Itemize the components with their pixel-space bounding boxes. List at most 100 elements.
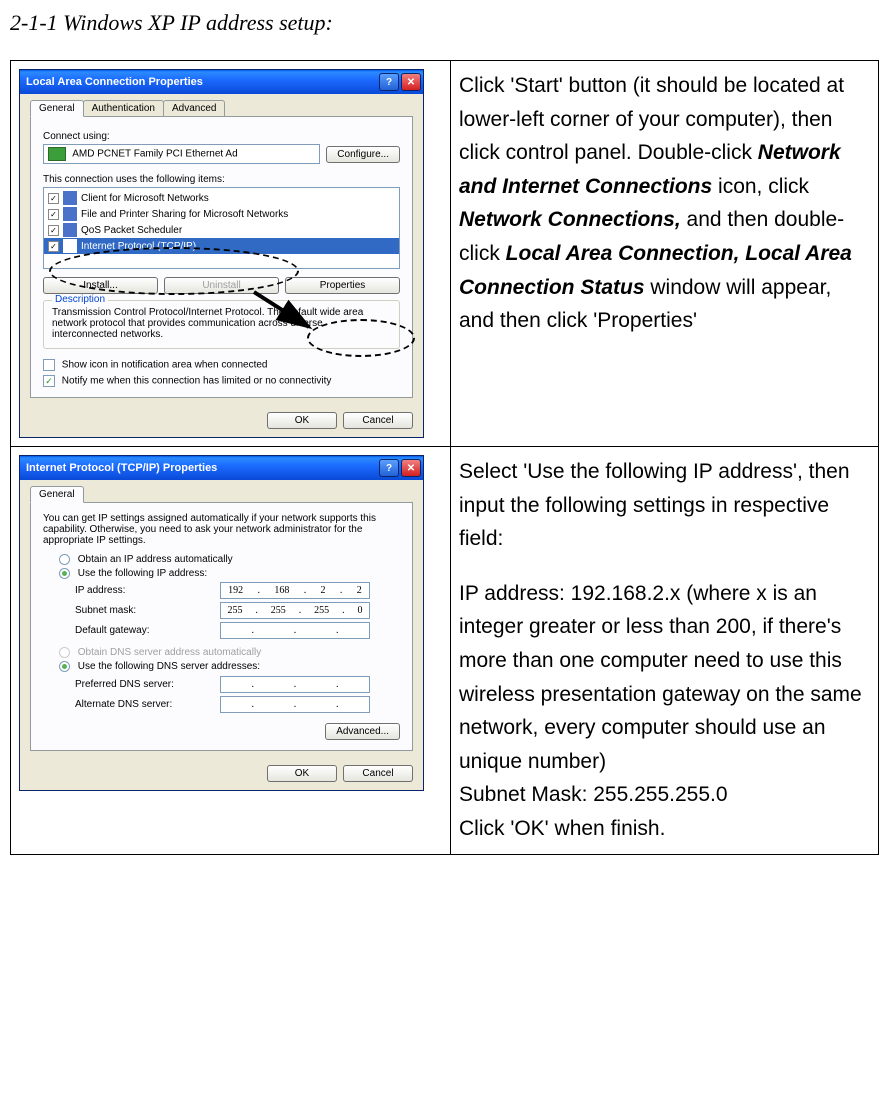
description-text: Transmission Control Protocol/Internet P…	[52, 307, 391, 340]
radio-use-ip[interactable]: Use the following IP address:	[59, 568, 400, 579]
install-button[interactable]: Install...	[43, 277, 158, 294]
checkbox-label: Show icon in notification area when conn…	[62, 360, 268, 371]
checkbox-icon[interactable]: ✓	[48, 225, 59, 236]
component-icon	[63, 239, 77, 253]
radio-label: Use the following IP address:	[78, 568, 207, 579]
adapter-name: AMD PCNET Family PCI Ethernet Ad	[72, 149, 237, 160]
radio-label: Obtain an IP address automatically	[78, 554, 233, 565]
adapter-icon	[48, 147, 66, 161]
description-fieldset: Description Transmission Control Protoco…	[43, 300, 400, 349]
ip-octet: 2	[357, 585, 362, 596]
radio-icon[interactable]	[59, 568, 70, 579]
description-legend: Description	[52, 294, 108, 305]
ip-octet	[315, 679, 318, 690]
lan-properties-dialog: Local Area Connection Properties ? ✕ Gen…	[19, 69, 424, 438]
instruction-text: Subnet Mask: 255.255.255.0	[459, 778, 870, 812]
tab-authentication[interactable]: Authentication	[83, 100, 164, 117]
subnet-label: Subnet mask:	[75, 605, 220, 616]
ip-octet	[357, 699, 360, 710]
window-title: Internet Protocol (TCP/IP) Properties	[26, 462, 377, 474]
instruction-text: Click 'OK' when finish.	[459, 812, 870, 846]
ip-octet: 0	[357, 605, 362, 616]
ip-octet	[315, 625, 318, 636]
pref-dns-label: Preferred DNS server:	[75, 679, 220, 690]
list-item[interactable]: ✓ File and Printer Sharing for Microsoft…	[44, 206, 399, 222]
titlebar[interactable]: Local Area Connection Properties ? ✕	[20, 70, 423, 94]
cancel-button[interactable]: Cancel	[343, 765, 413, 782]
list-item-selected[interactable]: ✓ Internet Protocol (TCP/IP)	[44, 238, 399, 254]
checkbox-row[interactable]: ✓ Notify me when this connection has lim…	[43, 375, 400, 387]
checkbox-icon[interactable]: ✓	[48, 193, 59, 204]
checkbox-icon[interactable]: ✓	[43, 375, 55, 387]
radio-icon[interactable]	[59, 554, 70, 565]
list-item[interactable]: ✓ QoS Packet Scheduler	[44, 222, 399, 238]
tab-general[interactable]: General	[30, 100, 84, 117]
radio-label: Use the following DNS server addresses:	[78, 662, 260, 673]
instruction-cell-2: Select 'Use the following IP address', t…	[451, 447, 879, 855]
cancel-button[interactable]: Cancel	[343, 412, 413, 429]
connect-using-label: Connect using:	[43, 131, 400, 142]
ip-octet: 2	[321, 585, 326, 596]
tab-general[interactable]: General	[30, 486, 84, 503]
ip-address-input[interactable]: 192. 168. 2. 2	[220, 582, 370, 599]
ip-octet: 255	[227, 605, 242, 616]
help-button[interactable]: ?	[379, 459, 399, 477]
properties-button[interactable]: Properties	[285, 277, 400, 294]
ip-address-label: IP address:	[75, 585, 220, 596]
component-icon	[63, 207, 77, 221]
checkbox-icon[interactable]	[43, 359, 55, 371]
adapter-field: AMD PCNET Family PCI Ethernet Ad	[43, 144, 320, 164]
item-label: Internet Protocol (TCP/IP)	[81, 241, 196, 252]
close-button[interactable]: ✕	[401, 73, 421, 91]
ip-octet	[273, 699, 276, 710]
instruction-text: icon, click	[718, 175, 809, 198]
ip-octet: 255	[271, 605, 286, 616]
component-icon	[63, 223, 77, 237]
intro-text: You can get IP settings assigned automat…	[43, 513, 400, 546]
alt-dns-input[interactable]: . . .	[220, 696, 370, 713]
checkbox-icon[interactable]: ✓	[48, 241, 59, 252]
radio-label: Obtain DNS server address automatically	[78, 647, 261, 658]
close-button[interactable]: ✕	[401, 459, 421, 477]
screenshot-cell-1: Local Area Connection Properties ? ✕ Gen…	[11, 61, 451, 447]
titlebar[interactable]: Internet Protocol (TCP/IP) Properties ? …	[20, 456, 423, 480]
radio-auto-ip[interactable]: Obtain an IP address automatically	[59, 554, 400, 565]
items-listbox[interactable]: ✓ Client for Microsoft Networks ✓ File a…	[43, 187, 400, 269]
ip-octet	[273, 679, 276, 690]
item-label: QoS Packet Scheduler	[81, 225, 182, 236]
help-button[interactable]: ?	[379, 73, 399, 91]
checkbox-label: Notify me when this connection has limit…	[62, 376, 332, 387]
alt-dns-label: Alternate DNS server:	[75, 699, 220, 710]
pref-dns-input[interactable]: . . .	[220, 676, 370, 693]
items-label: This connection uses the following items…	[43, 174, 400, 185]
tab-advanced[interactable]: Advanced	[163, 100, 225, 117]
gateway-input[interactable]: . . .	[220, 622, 370, 639]
instruction-table: Local Area Connection Properties ? ✕ Gen…	[10, 60, 879, 855]
instruction-cell-1: Click 'Start' button (it should be locat…	[451, 61, 879, 447]
item-label: Client for Microsoft Networks	[81, 193, 209, 204]
ip-octet	[230, 699, 233, 710]
screenshot-cell-2: Internet Protocol (TCP/IP) Properties ? …	[11, 447, 451, 855]
ip-octet: 192	[228, 585, 243, 596]
advanced-button[interactable]: Advanced...	[325, 723, 400, 740]
radio-auto-dns: Obtain DNS server address automatically	[59, 647, 400, 658]
radio-icon[interactable]	[59, 661, 70, 672]
uninstall-button: Uninstall	[164, 277, 279, 294]
tabstrip: General Authentication Advanced	[30, 100, 413, 117]
ok-button[interactable]: OK	[267, 765, 337, 782]
list-item[interactable]: ✓ Client for Microsoft Networks	[44, 190, 399, 206]
checkbox-icon[interactable]: ✓	[48, 209, 59, 220]
ip-octet	[230, 679, 233, 690]
ok-button[interactable]: OK	[267, 412, 337, 429]
window-title: Local Area Connection Properties	[26, 76, 377, 88]
component-icon	[63, 191, 77, 205]
ip-octet	[230, 625, 233, 636]
radio-use-dns[interactable]: Use the following DNS server addresses:	[59, 661, 400, 672]
item-label: File and Printer Sharing for Microsoft N…	[81, 209, 288, 220]
configure-button[interactable]: Configure...	[326, 146, 400, 163]
subnet-input[interactable]: 255. 255. 255. 0	[220, 602, 370, 619]
checkbox-row[interactable]: Show icon in notification area when conn…	[43, 359, 400, 371]
ip-octet	[315, 699, 318, 710]
ip-octet: 168	[274, 585, 289, 596]
ip-octet	[357, 679, 360, 690]
